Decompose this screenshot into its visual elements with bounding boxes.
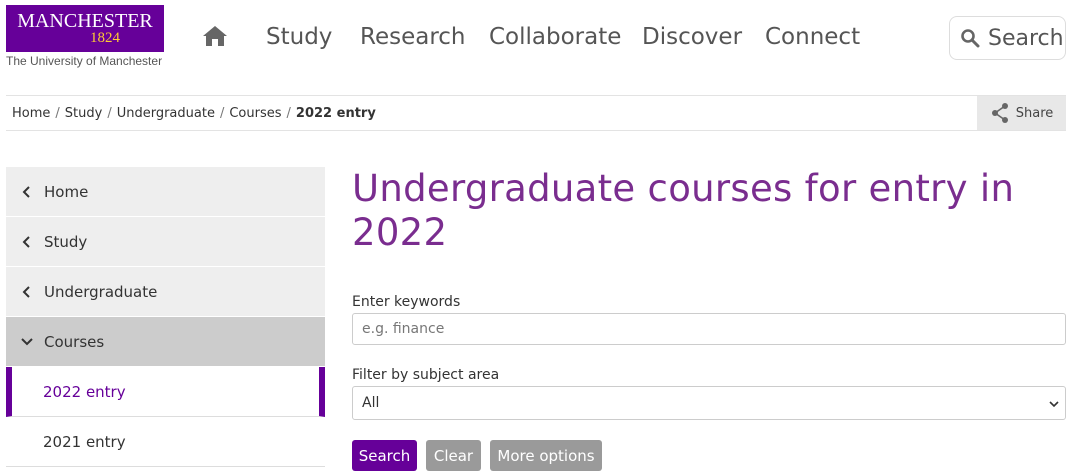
sidebar-item-label: Courses — [44, 332, 105, 351]
more-options-button[interactable]: More options — [490, 440, 602, 471]
breadcrumb-study[interactable]: Study — [65, 106, 103, 121]
header-search-button[interactable]: Search — [949, 16, 1066, 60]
filter-buttons: Search Clear More options — [352, 440, 611, 471]
search-button[interactable]: Search — [352, 440, 417, 471]
sidebar-item-label: Home — [44, 182, 89, 201]
nav-research[interactable]: Research — [360, 24, 466, 50]
search-button-label: Search — [988, 25, 1064, 51]
nav-connect[interactable]: Connect — [765, 24, 860, 50]
breadcrumb-separator: / — [55, 106, 60, 121]
subject-filter-select[interactable]: All — [352, 386, 1066, 420]
breadcrumb-courses[interactable]: Courses — [229, 106, 281, 121]
logo-badge: MANCHESTER 1824 — [6, 5, 164, 52]
chevron-down-icon — [1049, 401, 1059, 408]
breadcrumb-separator: / — [286, 106, 291, 121]
sidebar-item-label: 2021 entry — [43, 432, 126, 451]
sidebar-item-label: Study — [44, 232, 88, 251]
main-content: Undergraduate courses for entry in 2022 … — [352, 167, 1066, 471]
share-icon — [991, 103, 1008, 123]
breadcrumb-separator: / — [219, 106, 225, 121]
breadcrumb: Home / Study / Undergraduate / Courses / 2022 en… — [12, 106, 376, 121]
sidebar-nav: Home Study Undergraduate Courses 2022 en… — [6, 167, 325, 467]
sidebar-item-label: Undergraduate — [44, 282, 158, 301]
subject-filter-value: All — [362, 395, 380, 411]
sidebar-item-study[interactable]: Study — [6, 217, 325, 267]
nav-discover[interactable]: Discover — [642, 24, 742, 50]
sidebar-item-label: 2022 entry — [43, 382, 126, 401]
keywords-input[interactable] — [352, 313, 1066, 345]
sidebar-item-home[interactable]: Home — [6, 167, 325, 217]
search-icon — [961, 29, 980, 48]
breadcrumb-bar: Home / Study / Undergraduate / Courses / 2022 en… — [6, 95, 1066, 131]
sidebar-item-2021-entry[interactable]: 2021 entry — [6, 417, 325, 467]
filter-label: Filter by subject area — [352, 367, 500, 383]
logo-year: 1824 — [90, 30, 120, 46]
breadcrumb-undergraduate[interactable]: Undergraduate — [117, 106, 215, 121]
breadcrumb-home[interactable]: Home — [12, 106, 50, 121]
university-logo[interactable]: MANCHESTER 1824 The University of Manche… — [6, 5, 166, 68]
breadcrumb-current: 2022 entry — [295, 106, 376, 121]
site-header: MANCHESTER 1824 The University of Manche… — [0, 0, 1080, 95]
chevron-left-icon — [22, 235, 30, 248]
breadcrumb-separator: / — [107, 106, 112, 121]
logo-subtitle: The University of Manchester — [6, 54, 163, 68]
chevron-left-icon — [22, 285, 30, 298]
nav-collaborate[interactable]: Collaborate — [489, 24, 621, 50]
nav-study[interactable]: Study — [266, 24, 332, 50]
sidebar-item-2022-entry[interactable]: 2022 entry — [6, 367, 325, 417]
share-label: Share — [1015, 105, 1054, 121]
logo-name: MANCHESTER — [17, 10, 153, 32]
clear-button[interactable]: Clear — [426, 440, 481, 471]
page-title: Undergraduate courses for entry in 2022 — [352, 167, 1015, 254]
sidebar-item-undergraduate[interactable]: Undergraduate — [6, 267, 325, 317]
sidebar-item-courses[interactable]: Courses — [6, 317, 325, 367]
chevron-down-icon — [21, 337, 33, 345]
keywords-label: Enter keywords — [352, 294, 461, 310]
chevron-left-icon — [22, 185, 30, 198]
home-icon[interactable] — [202, 25, 228, 47]
share-button[interactable]: Share — [977, 96, 1066, 130]
